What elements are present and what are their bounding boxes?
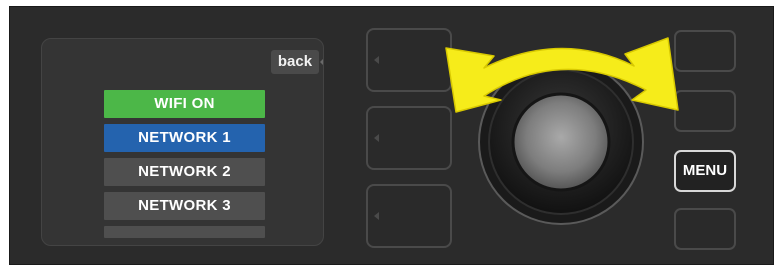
encoder-knob-area	[445, 37, 679, 225]
